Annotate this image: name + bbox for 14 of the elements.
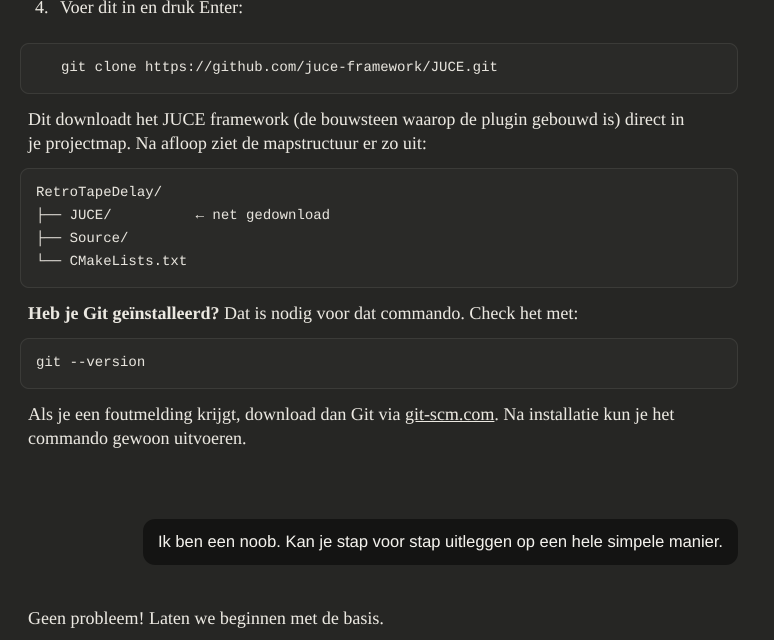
message-bubble: Ik ben een noob. Kan je stap voor stap uitleggen op een hele simpele manier. (142, 519, 738, 565)
list-item-text: Voer dit in en druk Enter: (60, 0, 244, 19)
paragraph: Geen probleem! Laten we beginnen met de basis. (27, 607, 385, 630)
code-line: ├── Source/ (36, 229, 128, 249)
code-line: git --version (36, 354, 146, 373)
code-line: RetroTapeDelay/ (36, 184, 162, 203)
code-line: ├── JUCE/ ← net gedownload (36, 206, 330, 226)
code-line: └── CMakeLists.txt (36, 252, 188, 272)
paragraph: Dit downloadt het JUCE framework (de bouwsteen waarop de plugin gebouwd is) direct in je projectmap. Na afloop ziet de mapstructuur er zo uit: (26, 108, 686, 155)
link[interactable]: git-scm.com (404, 404, 494, 424)
code-line: git clone https://github.com/juce-framework/JUCE.git (61, 59, 498, 78)
paragraph: Heb je Git geïnstalleerd? Dat is nodig voor dat commando. Check het met: (27, 302, 580, 325)
list-number: 4. (35, 0, 50, 19)
paragraph: Als je een foutmelding krijgt, download dan Git via git-scm.com. Na installatie kun je het commando gewoon uitvoeren. (27, 403, 676, 450)
